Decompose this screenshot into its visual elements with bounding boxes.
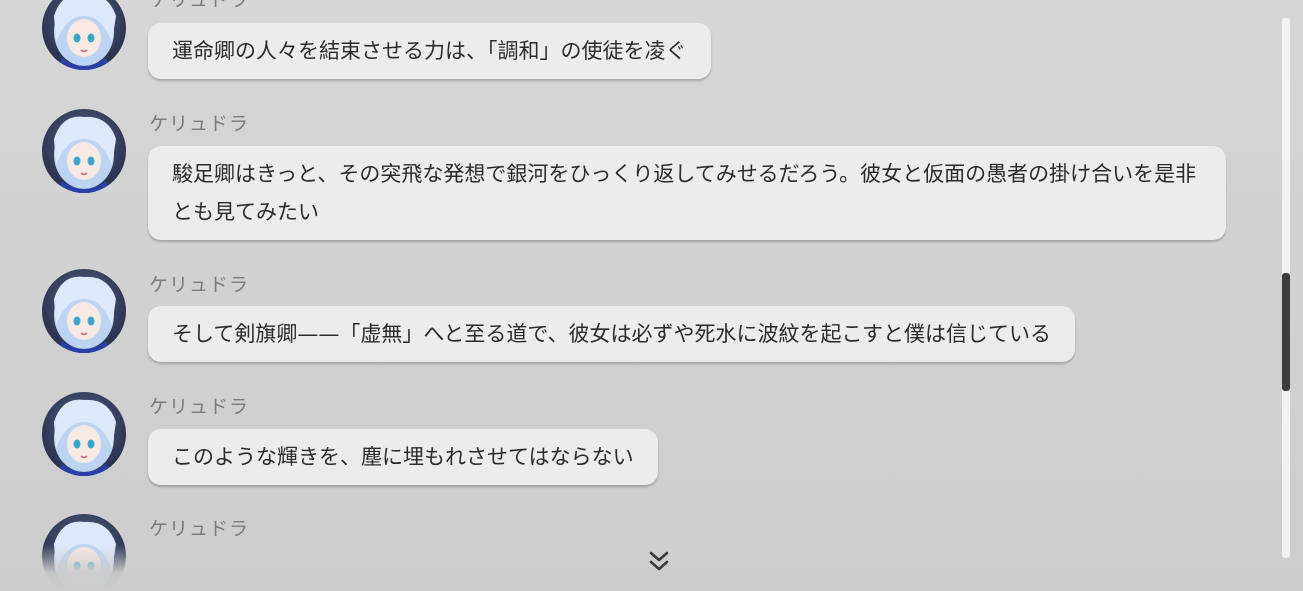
scrollbar-thumb[interactable] xyxy=(1282,273,1290,391)
character-avatar-icon xyxy=(54,521,116,591)
avatar xyxy=(42,392,126,476)
scroll-down-button[interactable] xyxy=(646,549,672,575)
message-bubble: 駿足卿はきっと、その突飛な発想で銀河をひっくり返してみせるだろう。彼女と仮面の愚… xyxy=(148,146,1226,240)
chat-log[interactable]: ケリュドラ 運命卿の人々を結束させる力は、「調和」の使徒を凌ぐ ケリュドラ 駿足… xyxy=(0,0,1303,591)
sender-name: ケリュドラ xyxy=(149,0,250,11)
character-avatar-icon xyxy=(54,276,116,353)
double-chevron-down-icon xyxy=(649,551,669,571)
avatar xyxy=(42,0,126,70)
sender-name: ケリュドラ xyxy=(149,113,250,135)
sender-name: ケリュドラ xyxy=(149,396,250,418)
character-avatar-icon xyxy=(54,399,116,476)
message-bubble: このような輝きを、塵に埋もれさせてはならない xyxy=(148,429,658,485)
character-avatar-icon xyxy=(54,116,116,193)
avatar xyxy=(42,109,126,193)
avatar xyxy=(42,514,126,591)
avatar xyxy=(42,269,126,353)
message-bubble: そして剣旗卿——「虚無」へと至る道で、彼女は必ずや死水に波紋を起こすと僕は信じて… xyxy=(148,306,1076,362)
sender-name: ケリュドラ xyxy=(149,274,250,296)
message-bubble: 運命卿の人々を結束させる力は、「調和」の使徒を凌ぐ xyxy=(148,23,711,79)
character-avatar-icon xyxy=(54,0,116,70)
sender-name: ケリュドラ xyxy=(149,518,250,540)
